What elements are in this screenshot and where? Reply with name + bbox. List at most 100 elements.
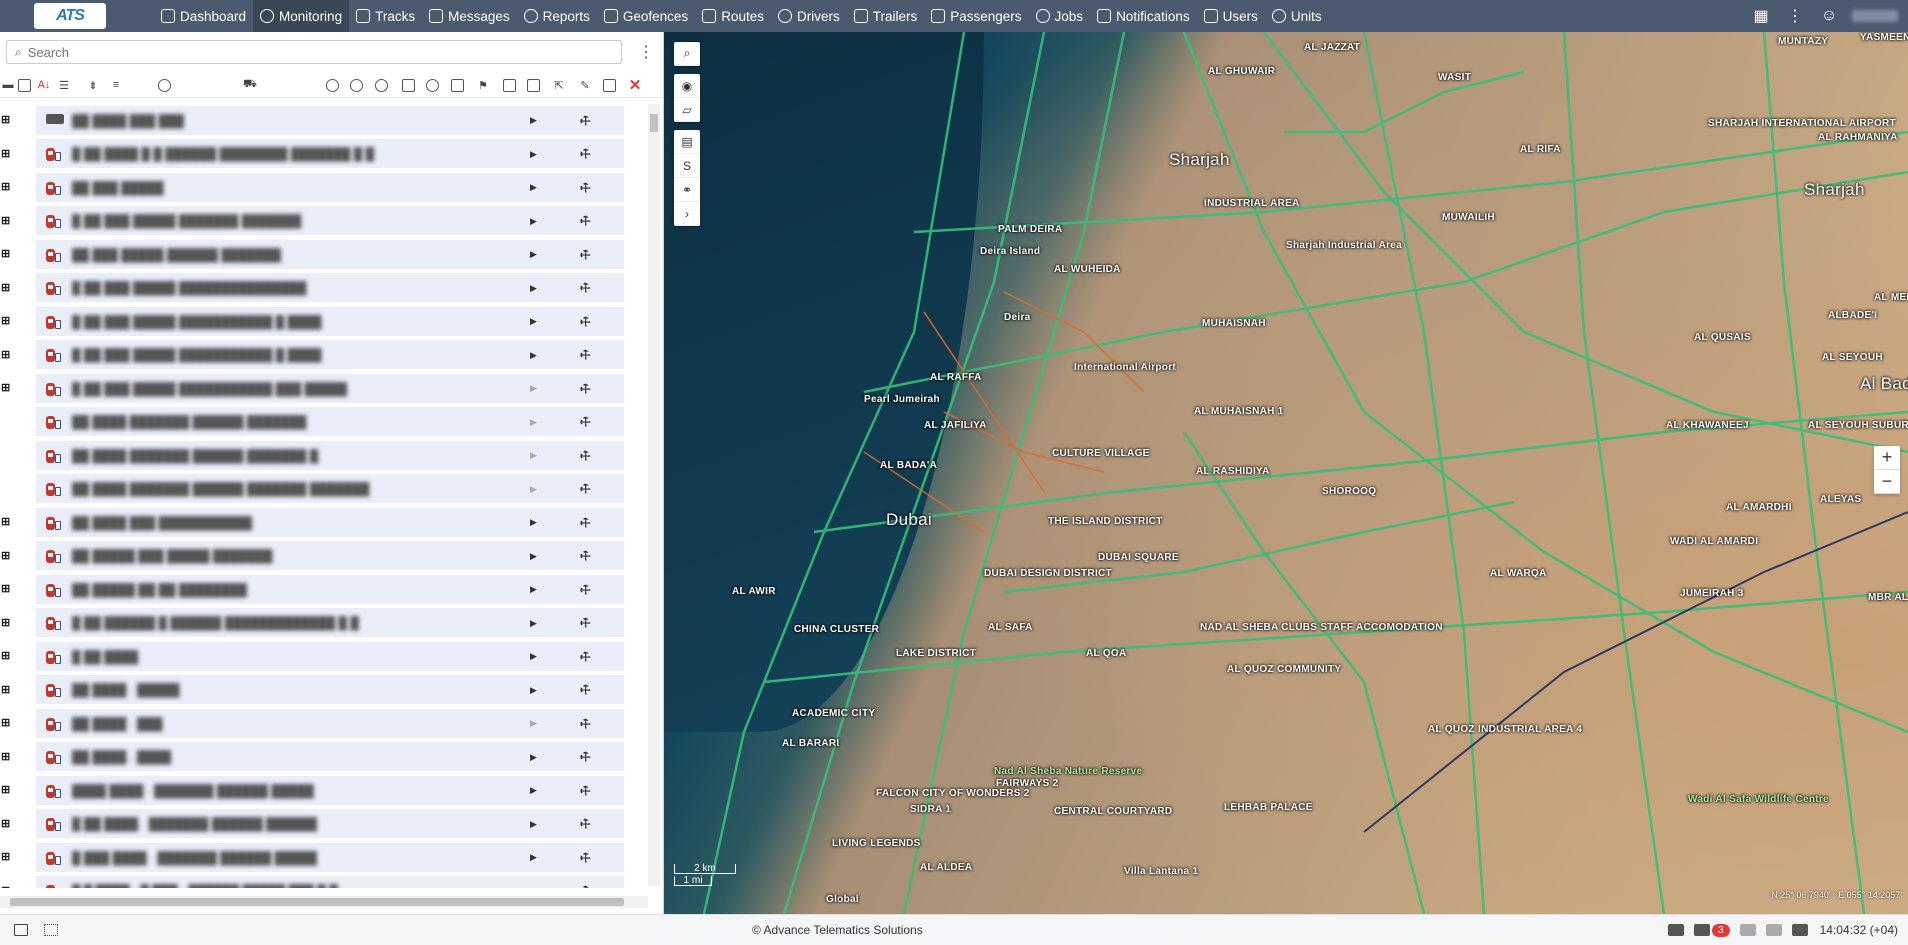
app-logo[interactable]: ATS xyxy=(0,0,118,32)
unit-row[interactable]: ██ ████ ███████ ██████ ███████ ▶ ⚒ xyxy=(0,406,664,440)
layout-panel-icon[interactable] xyxy=(14,924,28,936)
play-track-icon[interactable]: ▶ xyxy=(530,551,537,562)
play-track-icon[interactable]: ▶ xyxy=(530,249,537,260)
unit-name[interactable]: ██ ████ · ████ xyxy=(72,750,171,764)
play-track-icon[interactable]: ▶ xyxy=(530,115,537,126)
speed-column-icon[interactable] xyxy=(426,79,439,92)
play-track-icon[interactable]: ▶ xyxy=(530,316,537,327)
unit-name[interactable]: ██ ████ · ███ xyxy=(72,717,163,731)
command-column-icon[interactable]: ⇱ xyxy=(551,77,567,93)
nav-users[interactable]: Users xyxy=(1197,0,1265,32)
unit-row[interactable]: ⊞ ██ █████ ██ ██ ████████ ▶ ⚒ xyxy=(0,573,664,607)
expand-icon[interactable]: ⊞ xyxy=(1,115,10,126)
unit-name[interactable]: ██ ████ ███████ ██████ ███████ xyxy=(72,415,306,429)
play-track-icon[interactable]: ▶ xyxy=(530,350,537,361)
flag-column-icon[interactable]: ⚑ xyxy=(475,77,491,93)
expand-icon[interactable]: ⊞ xyxy=(1,148,10,159)
unit-row[interactable]: ⊞ ██ ████ · █████ ▶ ⚒ xyxy=(0,674,664,708)
play-track-icon[interactable]: ▶ xyxy=(530,584,537,595)
nav-passengers[interactable]: Passengers xyxy=(924,0,1028,32)
vertical-scrollbar[interactable] xyxy=(648,104,660,886)
unit-row[interactable]: ⊞ ██ ████ · ███ ▶ ⚒ xyxy=(0,707,664,741)
play-track-icon[interactable]: ▶ xyxy=(530,149,537,160)
unit-row[interactable]: ⊞ █ ██ ██████ █ ██████ █████████████ █ █ ▶… xyxy=(0,607,664,641)
unit-name[interactable]: ██ █████ ██ ██ ████████ xyxy=(72,583,247,597)
nav-notifications[interactable]: Notifications xyxy=(1090,0,1197,32)
device-column-icon[interactable] xyxy=(402,79,415,92)
expand-icon[interactable]: ⊞ xyxy=(1,517,10,528)
panel-menu-icon[interactable]: ⋮ xyxy=(636,42,656,62)
unit-name[interactable]: █ ██ ████ · ███████ ██████ ██████ xyxy=(72,817,317,831)
user-profile-icon[interactable]: ☺ xyxy=(1818,5,1840,27)
play-track-icon[interactable]: ▶ xyxy=(530,785,537,796)
unit-row[interactable]: ⊞ █ █ ████ · █ ███ · ██████ █████ ███ █ █… xyxy=(0,875,664,888)
expand-icon[interactable]: ⊞ xyxy=(1,818,10,829)
unit-row[interactable]: ⊞ █ ██ ███ █████ ███████████ █ ████ ▶ ⚒ xyxy=(0,339,664,373)
unit-name[interactable]: ██ ████ ███████ ██████ ███████ █ xyxy=(72,449,318,463)
show-all-icon[interactable]: ≡ xyxy=(108,77,124,93)
expand-icon[interactable]: ⊞ xyxy=(1,751,10,762)
nav-messages[interactable]: Messages xyxy=(422,0,517,32)
expand-icon[interactable]: ⊞ xyxy=(1,617,10,628)
expand-icon[interactable]: ⊞ xyxy=(1,550,10,561)
unit-name[interactable]: █ ██ ███ █████ ███████████████ xyxy=(72,281,306,295)
expand-icon[interactable]: ⊞ xyxy=(1,215,10,226)
scroll-thumb[interactable] xyxy=(650,114,658,132)
expand-icon[interactable]: ⊞ xyxy=(1,249,10,260)
mail-icon[interactable] xyxy=(1739,924,1756,936)
sort-az-icon[interactable]: A↓ xyxy=(36,77,52,93)
unit-row[interactable]: ⊞ ██ ███ █████ ▶ ⚒ xyxy=(0,171,664,205)
map-visibility-icon[interactable]: ◉ xyxy=(674,74,700,98)
play-track-icon[interactable]: ▶ xyxy=(530,651,537,662)
unit-name[interactable]: ██ ████ ███████ ██████ ███████ ███████ xyxy=(72,482,369,496)
expand-icon[interactable]: ⊞ xyxy=(1,182,10,193)
play-track-column-icon[interactable] xyxy=(527,79,540,92)
unit-name[interactable]: █ ██ ████ xyxy=(72,650,138,664)
unit-name[interactable]: ██ ███ █████ xyxy=(72,181,164,195)
expand-icon[interactable]: ⊞ xyxy=(1,684,10,695)
search-input[interactable] xyxy=(27,44,588,60)
unit-row[interactable]: ⊞ ██ ███ █████ ██████ ███████ ▶ ⚒ xyxy=(0,238,664,272)
unit-row[interactable]: ⊞ █ ██ ███ █████ ███████████ █ ████ ▶ ⚒ xyxy=(0,305,664,339)
battery-column-icon[interactable] xyxy=(451,79,464,92)
expand-icon[interactable]: ⊞ xyxy=(1,282,10,293)
unit-row[interactable]: ██ ████ ███████ ██████ ███████ ███████ ▶ ⚒ xyxy=(0,473,664,507)
unit-name[interactable]: █ ██ ████ █ █ ██████ ████████ ███████ █ … xyxy=(72,147,374,161)
apps-grid-icon[interactable]: ▦ xyxy=(1750,5,1772,27)
play-track-icon[interactable]: ▶ xyxy=(530,417,537,428)
play-track-icon[interactable]: ▶ xyxy=(530,718,537,729)
play-track-icon[interactable]: ▶ xyxy=(530,182,537,193)
play-track-icon[interactable]: ▶ xyxy=(530,685,537,696)
collapse-all-icon[interactable]: ▬ xyxy=(0,77,16,93)
play-track-icon[interactable]: ▶ xyxy=(530,283,537,294)
unit-row[interactable]: ⊞ █ ███ ████ · ███████ ██████ █████ ▶ ⚒ xyxy=(0,841,664,875)
split-view-icon[interactable] xyxy=(1791,924,1808,936)
connection-column-icon[interactable] xyxy=(375,79,388,92)
nav-jobs[interactable]: Jobs xyxy=(1029,0,1091,32)
nav-reports[interactable]: Reports xyxy=(517,0,597,32)
sort-list-icon[interactable]: ☰ xyxy=(56,77,72,93)
waypoints-icon[interactable]: ⚭ xyxy=(674,178,700,202)
contacts-icon[interactable] xyxy=(1668,924,1685,936)
expand-icon[interactable]: ⊞ xyxy=(1,885,10,888)
play-track-icon[interactable]: ▶ xyxy=(530,517,537,528)
horizontal-scrollbar[interactable] xyxy=(0,896,648,908)
expand-icon[interactable]: ⊞ xyxy=(1,785,10,796)
nav-drivers[interactable]: Drivers xyxy=(771,0,847,32)
zoom-out-button[interactable]: − xyxy=(1874,470,1900,494)
sensor-column-icon[interactable] xyxy=(503,79,516,92)
unit-name[interactable]: █ ███ ████ · ███████ ██████ █████ xyxy=(72,851,317,865)
unit-row[interactable]: ⊞ █ ██ ████ ▶ ⚒ xyxy=(0,640,664,674)
wrench-column-icon[interactable]: ✎ xyxy=(577,77,593,93)
play-track-icon[interactable]: ▶ xyxy=(530,618,537,629)
play-track-icon[interactable]: ▶ xyxy=(530,484,537,495)
play-track-icon[interactable]: ▶ xyxy=(530,886,537,888)
notes-column-icon[interactable] xyxy=(603,79,616,92)
unit-name[interactable]: █ ██ ███ █████ ███████████ █ ████ xyxy=(72,315,322,329)
remove-all-icon[interactable]: ✕ xyxy=(627,77,643,94)
nav-trailers[interactable]: Trailers xyxy=(847,0,925,32)
unit-row[interactable]: ██ ████ ███████ ██████ ███████ █ ▶ ⚒ xyxy=(0,439,664,473)
unit-name[interactable]: ██ █████ ███ █████ ███████ xyxy=(72,549,272,563)
filter-list-icon[interactable]: ⇟ xyxy=(85,77,101,93)
direction-column-icon[interactable] xyxy=(350,79,363,92)
